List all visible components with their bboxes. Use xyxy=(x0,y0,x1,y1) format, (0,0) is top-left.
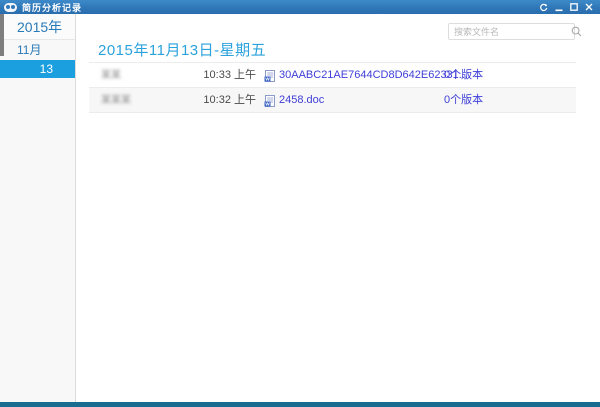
window-controls xyxy=(536,0,596,14)
svg-text:W: W xyxy=(265,76,270,81)
word-doc-icon: W xyxy=(264,88,276,113)
date-heading: 2015年11月13日-星期五 xyxy=(98,42,267,59)
sidebar-item-year[interactable]: 2015年 xyxy=(0,14,75,40)
versions-link[interactable]: 0个版本 xyxy=(444,88,483,113)
close-icon[interactable] xyxy=(581,0,596,14)
window-title: 简历分析记录 xyxy=(22,2,83,13)
sidebar-item-day-selected[interactable]: 13 xyxy=(0,60,75,78)
sidebar-item-month[interactable]: 11月 xyxy=(0,42,75,58)
file-link[interactable]: 30AABC21AE7644CD8D642E62331... xyxy=(279,63,468,88)
row-time: 10:33 上午 xyxy=(203,69,256,81)
file-link[interactable]: 2458.doc xyxy=(279,88,324,113)
versions-link[interactable]: 0个版本 xyxy=(444,63,483,88)
svg-text:W: W xyxy=(265,101,270,106)
title-bar: 简历分析记录 xyxy=(0,0,600,14)
file-table: 某某 10:33 上午 W 30AABC21AE7644CD8D642E6233… xyxy=(89,62,576,113)
row-time: 10:32 上午 xyxy=(203,94,256,106)
word-doc-icon: W xyxy=(264,63,276,88)
date-sidebar: 2015年 11月 13 xyxy=(0,14,76,402)
table-row[interactable]: 某某某 10:32 上午 W 2458.doc 0个版本 xyxy=(89,88,576,113)
window-edge-strip xyxy=(0,14,4,56)
app-logo-icon xyxy=(4,2,17,12)
magnifier-icon[interactable] xyxy=(571,26,582,37)
redacted-name: 某某某 xyxy=(101,95,131,106)
redacted-name: 某某 xyxy=(101,70,121,81)
table-row[interactable]: 某某 10:33 上午 W 30AABC21AE7644CD8D642E6233… xyxy=(89,63,576,88)
window-bottom-border xyxy=(0,402,600,407)
search-box xyxy=(448,23,582,40)
maximize-icon[interactable] xyxy=(566,0,581,14)
minimize-icon[interactable] xyxy=(551,0,566,14)
refresh-icon[interactable] xyxy=(536,0,551,14)
search-input[interactable] xyxy=(449,25,571,38)
main-content: 2015年11月13日-星期五 某某 10:33 上午 W 30AABC21AE… xyxy=(77,14,600,402)
